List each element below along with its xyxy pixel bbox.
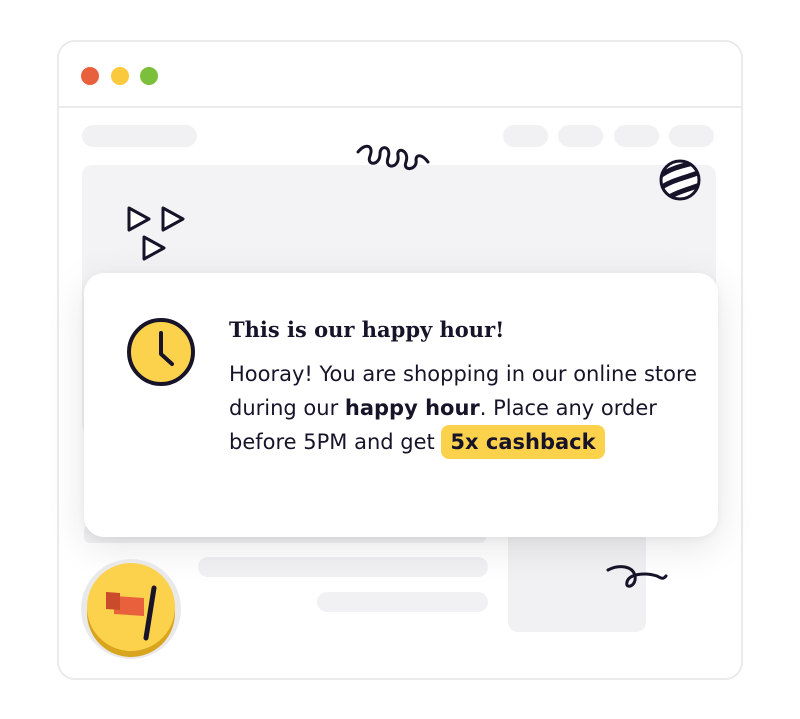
clock-icon	[127, 318, 195, 386]
play-triangles-icon	[127, 206, 185, 261]
cashback-highlight: 5x cashback	[441, 425, 605, 459]
happy-hour-notification: This is our happy hour! Hooray! You are …	[84, 273, 718, 537]
nav-placeholder-logo	[82, 125, 197, 147]
squiggle-icon	[356, 144, 430, 170]
nav-placeholder-link	[614, 125, 659, 147]
message-emphasis: happy hour	[344, 396, 480, 420]
flag-badge-button[interactable]	[80, 558, 182, 660]
nav-placeholder-link	[558, 125, 603, 147]
minimize-dot[interactable]	[111, 67, 129, 85]
text-placeholder	[198, 557, 488, 577]
striped-ball-icon	[659, 159, 701, 201]
notification-message: Hooray! You are shopping in our online s…	[229, 357, 699, 459]
close-dot[interactable]	[81, 67, 99, 85]
nav-placeholder-link	[669, 125, 714, 147]
swirl-icon	[606, 565, 668, 588]
nav-placeholder-link	[503, 125, 548, 147]
text-placeholder	[317, 592, 488, 612]
maximize-dot[interactable]	[140, 67, 158, 85]
title-bar	[59, 42, 741, 108]
notification-title: This is our happy hour!	[229, 317, 505, 342]
